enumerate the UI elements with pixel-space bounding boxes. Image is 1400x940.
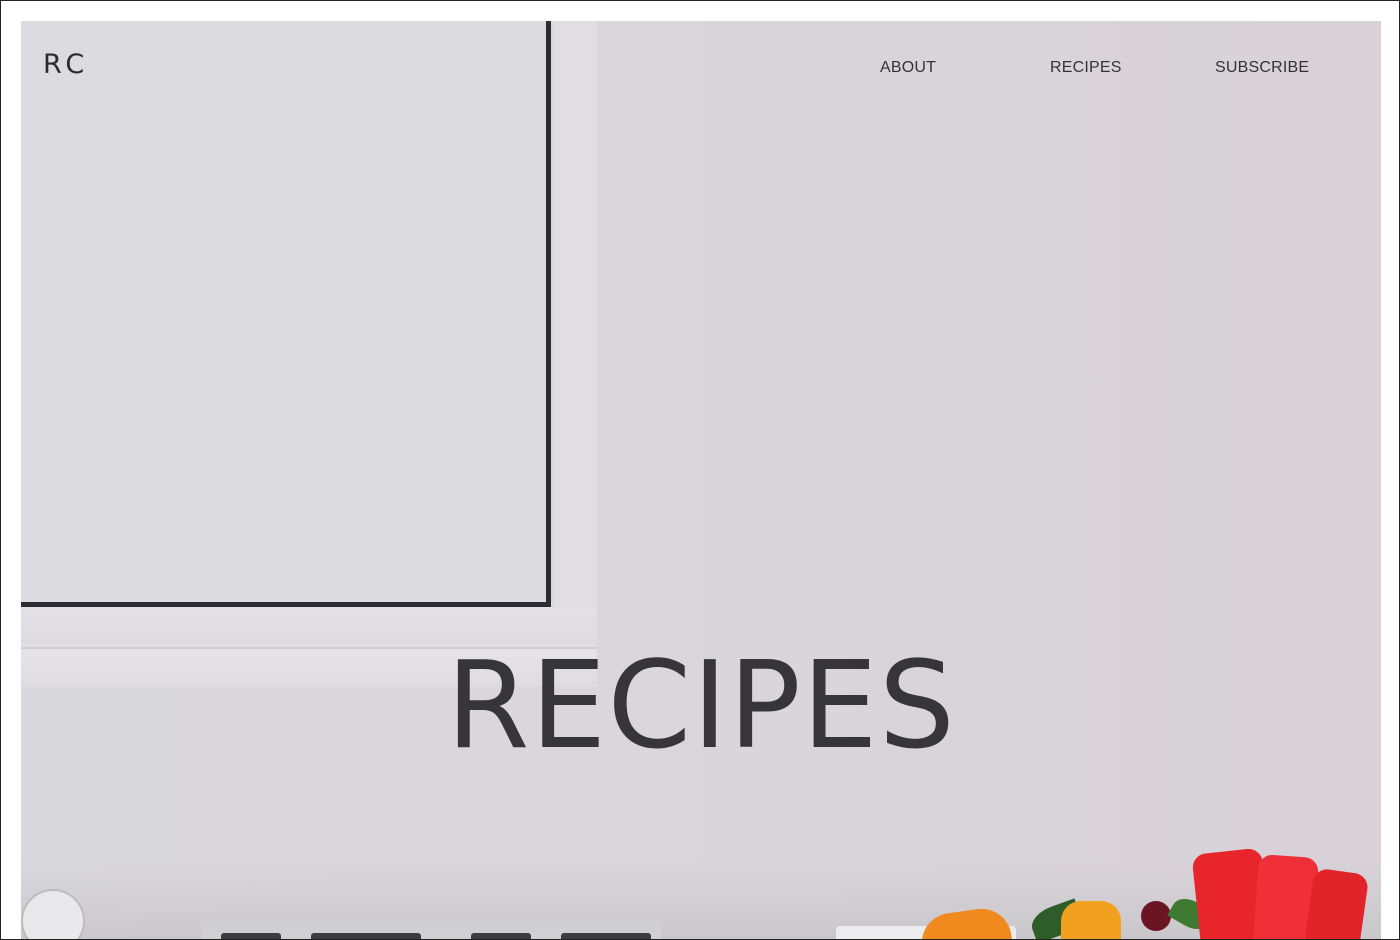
dish-strip-image	[201, 921, 661, 939]
dish-pattern	[311, 933, 421, 939]
orange-slice-image	[1061, 901, 1121, 939]
nav-link-subscribe[interactable]: SUBSCRIBE	[1215, 59, 1309, 77]
dish-pattern	[221, 933, 281, 939]
dish-pattern	[561, 933, 651, 939]
nav-link-recipes[interactable]: RECIPES	[1050, 59, 1122, 77]
dish-pattern	[471, 933, 531, 939]
watermelon-slice-image	[1303, 867, 1370, 939]
nav-link-about[interactable]: ABOUT	[880, 59, 936, 77]
browser-viewport: RC ABOUT RECIPES SUBSCRIBE RECIPES	[0, 0, 1400, 940]
berry-image	[1141, 901, 1171, 931]
wall-panel-edge	[553, 21, 597, 661]
page-title: RECIPES	[446, 637, 956, 777]
wall-panel	[21, 21, 549, 603]
hero-section: RC ABOUT RECIPES SUBSCRIBE RECIPES	[21, 21, 1381, 939]
main-nav: ABOUT RECIPES SUBSCRIBE	[21, 59, 1381, 79]
frame-vertical-line	[546, 21, 551, 607]
